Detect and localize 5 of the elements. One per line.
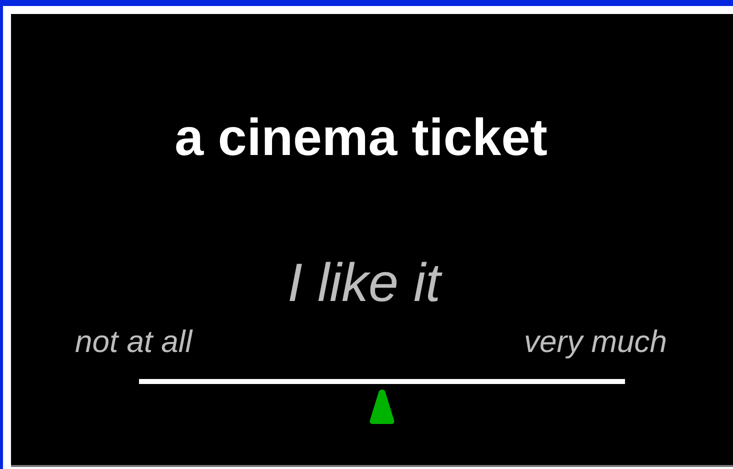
scale-left-label: not at all <box>75 324 192 360</box>
slider-thumb[interactable] <box>369 389 395 425</box>
scale-right-label: very much <box>524 324 667 360</box>
question-text: I like it <box>286 252 444 314</box>
stimulus-text: a cinema ticket <box>174 108 548 168</box>
